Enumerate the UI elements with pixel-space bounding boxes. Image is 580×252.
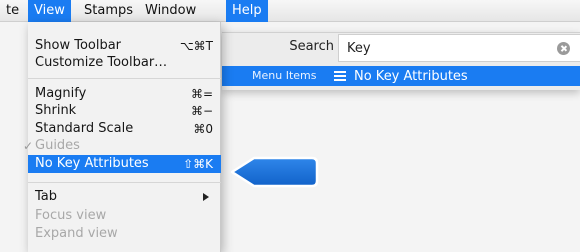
search-label: Search [289,39,334,54]
menu-item-tab[interactable]: Tab [28,188,221,206]
menu-item-customize-toolbar[interactable]: Customize Toolbar… [28,54,221,72]
shortcut-label: ⌥⌘T [179,39,213,53]
menu-partial[interactable]: te [0,0,25,22]
menu-separator [28,78,221,79]
menu-bar: te View Stamps Window Help [0,0,580,22]
shortcut-label: ⌘= [190,87,213,101]
view-menu-dropdown: Show Toolbar ⌥⌘T Customize Toolbar… Magn… [23,22,221,252]
menu-item-label: Standard Scale [35,121,134,136]
menu-item-icon [334,71,346,81]
menu-item-label: Guides [35,138,80,153]
search-value[interactable]: Key [347,41,371,56]
menu-item-focus-view[interactable]: Focus view [28,207,221,225]
menu-item-label: Shrink [35,103,77,118]
menu-window[interactable]: Window [139,0,202,22]
menu-view[interactable]: View [28,0,71,22]
menu-item-label: No Key Attributes [35,156,149,171]
submenu-arrow-icon [203,193,209,201]
pointer-arrow-icon [230,156,319,188]
result-item-label: No Key Attributes [354,68,468,84]
menu-item-label: Show Toolbar [35,38,122,53]
result-item[interactable]: No Key Attributes [334,67,468,85]
menu-item-shrink[interactable]: Shrink ⌘− [28,102,221,120]
menu-item-expand-view[interactable]: Expand view [28,225,221,243]
menu-separator [28,182,221,183]
menu-item-magnify[interactable]: Magnify ⌘= [28,85,221,103]
search-input[interactable]: Key [338,34,580,62]
menu-help[interactable]: Help [226,0,268,22]
search-result-row[interactable]: Menu Items No Key Attributes [222,66,580,86]
shortcut-label: ⌘− [190,104,213,118]
menu-stamps[interactable]: Stamps [78,0,139,22]
menu-item-no-key-attributes[interactable]: No Key Attributes ⇧⌘K [28,155,221,173]
menu-item-show-toolbar[interactable]: Show Toolbar ⌥⌘T [28,37,221,55]
shortcut-label: ⇧⌘K [183,157,213,171]
result-category-label: Menu Items [252,69,317,82]
shortcut-label: ⌘0 [193,122,213,136]
checkmark-icon: ✓ [23,139,34,153]
menu-item-label: Expand view [35,226,118,241]
menu-item-guides[interactable]: ✓ Guides [23,137,221,155]
screen: te View Stamps Window Help Search Key Me… [0,0,580,252]
menu-item-label: Magnify [35,86,87,101]
help-search-popup: Search Key Menu Items No Key Attributes [222,32,580,90]
menu-item-label: Tab [35,189,58,204]
menu-item-label: Focus view [35,208,107,223]
clear-search-icon[interactable] [557,42,570,55]
menu-item-label: Customize Toolbar… [35,55,168,70]
menu-item-standard-scale[interactable]: Standard Scale ⌘0 [28,120,221,138]
